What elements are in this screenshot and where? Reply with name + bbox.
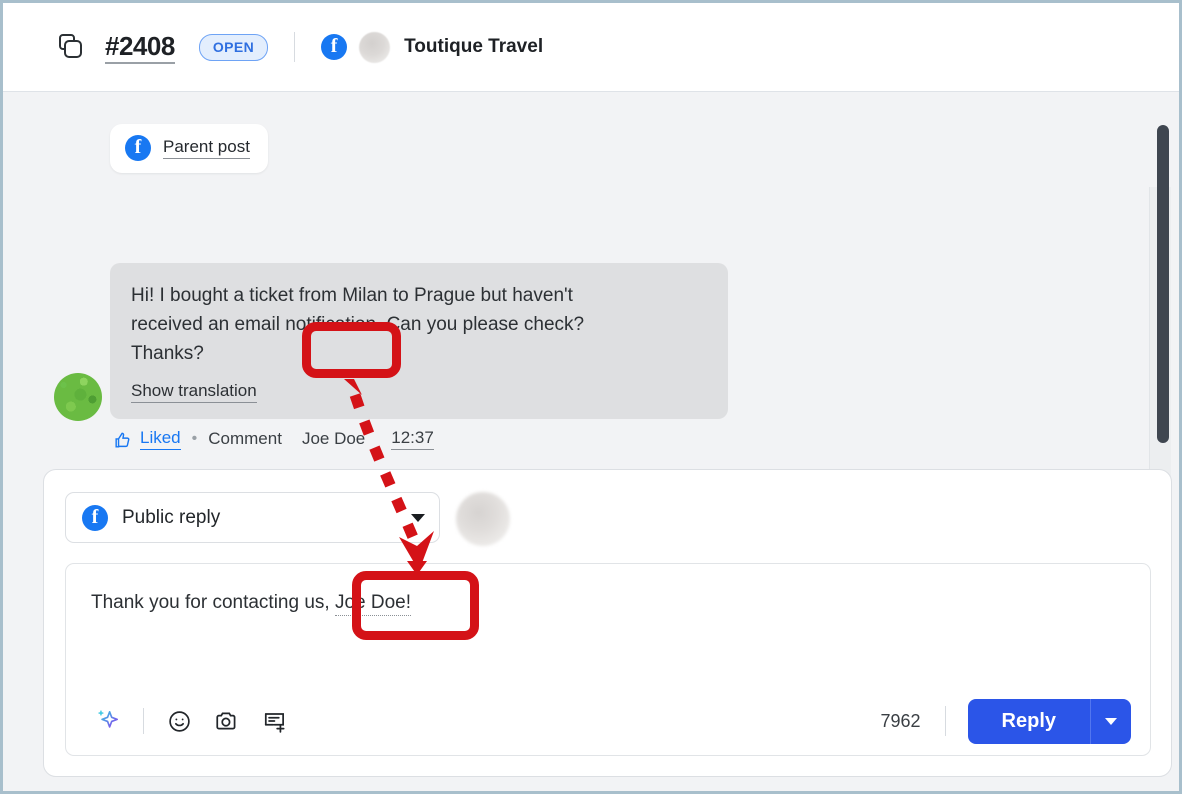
- reply-composer: Public reply Thank you for contacting us…: [43, 469, 1172, 777]
- status-badge[interactable]: OPEN: [199, 34, 268, 61]
- brand-name: Toutique Travel: [404, 36, 543, 58]
- parent-post-label: Parent post: [163, 137, 250, 159]
- message-text-line-3: Thanks?: [131, 339, 708, 368]
- reply-type-dropdown[interactable]: Public reply: [65, 492, 440, 543]
- facebook-icon: [82, 505, 108, 531]
- message-bubble: Hi! I bought a ticket from Milan to Prag…: [110, 263, 728, 419]
- reply-text-prefix: Thank you for contacting us,: [91, 592, 335, 613]
- conversation-scroll-area[interactable]: Parent post Hi! I bought a ticket from M…: [3, 92, 1179, 460]
- show-translation-link[interactable]: Show translation: [131, 381, 257, 403]
- add-note-icon[interactable]: [259, 705, 291, 737]
- merge-field-customer-name[interactable]: Joe Doe!: [335, 592, 411, 616]
- ticket-header: #2408 OPEN Toutique Travel: [3, 3, 1179, 92]
- composer-toolbar: 7962 Reply: [65, 687, 1151, 756]
- thumbs-up-icon[interactable]: [113, 431, 132, 450]
- chevron-down-icon: [411, 514, 425, 522]
- toolbar-right-divider: [945, 706, 946, 736]
- message-text-line-2: received an email notification. Can you …: [131, 310, 708, 339]
- ticket-detail-window: #2408 OPEN Toutique Travel Parent post H…: [0, 0, 1182, 794]
- ticket-id-link[interactable]: #2408: [105, 31, 175, 64]
- ai-sparkle-icon[interactable]: [92, 705, 124, 737]
- reply-text-line: Thank you for contacting us, Joe Doe!: [91, 592, 1150, 614]
- message-actions-row: Liked • Comment Joe Doe 12:37: [113, 428, 434, 450]
- facebook-icon: [125, 135, 151, 161]
- message-timestamp[interactable]: 12:37: [391, 428, 434, 450]
- header-divider: [294, 32, 295, 62]
- reply-text-editor[interactable]: Thank you for contacting us, Joe Doe!: [65, 563, 1151, 687]
- camera-icon[interactable]: [211, 705, 243, 737]
- emoji-smiley-icon[interactable]: [163, 705, 195, 737]
- reply-button-group: Reply: [968, 699, 1131, 744]
- brand-avatar: [359, 32, 390, 63]
- copy-icon-front-square: [64, 40, 82, 58]
- character-counter: 7962: [880, 711, 920, 732]
- copy-icon[interactable]: [59, 34, 85, 60]
- comment-link[interactable]: Comment: [208, 429, 282, 449]
- facebook-icon: [321, 34, 347, 60]
- reply-type-label: Public reply: [122, 507, 220, 529]
- reply-button[interactable]: Reply: [968, 699, 1090, 744]
- agent-avatar: [456, 492, 510, 546]
- action-separator: •: [192, 430, 198, 448]
- message-text-line-1: Hi! I bought a ticket from Milan to Prag…: [131, 281, 708, 310]
- parent-post-chip[interactable]: Parent post: [110, 124, 268, 173]
- conversation-scrollbar-thumb[interactable]: [1157, 125, 1169, 443]
- chevron-down-icon: [1105, 718, 1117, 725]
- reply-dropdown-button[interactable]: [1090, 699, 1131, 744]
- liked-link[interactable]: Liked: [140, 428, 181, 450]
- toolbar-divider: [143, 708, 144, 734]
- customer-avatar: [54, 373, 102, 421]
- message-author: Joe Doe: [302, 429, 365, 449]
